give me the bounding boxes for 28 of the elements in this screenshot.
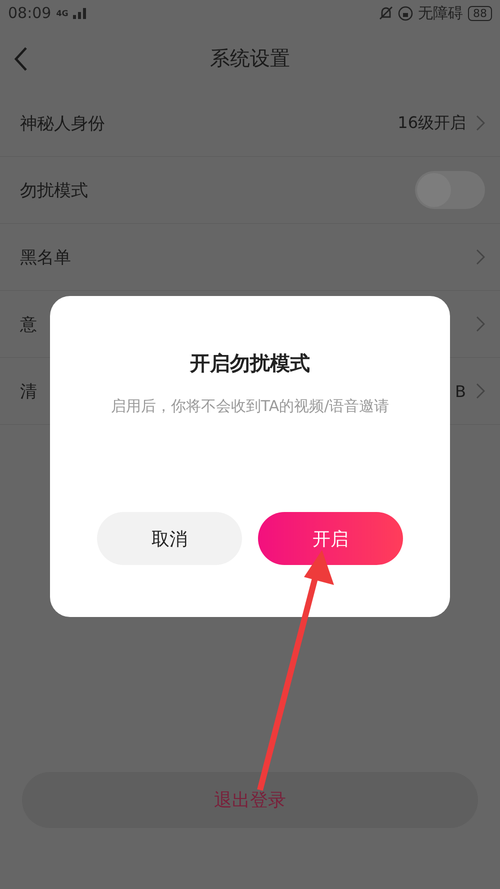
dialog-message: 启用后，你将不会收到TA的视频/语音邀请 [110, 396, 390, 417]
setting-label: 清 [20, 380, 37, 402]
toggle-switch[interactable] [415, 171, 485, 209]
page-title: 系统设置 [210, 44, 290, 72]
setting-value: 16级开启 [398, 112, 466, 134]
settings-row[interactable]: 黑名单 [0, 224, 500, 291]
logout-button[interactable]: 退出登录 [22, 772, 478, 828]
dialog-title: 开启勿扰模式 [190, 350, 310, 377]
setting-label: 黑名单 [20, 246, 71, 268]
lock-icon [398, 6, 413, 20]
back-icon [14, 46, 28, 72]
chevron-icon [476, 316, 485, 332]
setting-label: 勿扰模式 [20, 180, 88, 202]
cancel-button[interactable]: 取消 [97, 512, 242, 565]
battery-indicator: 88 [468, 6, 492, 20]
accessibility-label: 无障碍 [418, 4, 463, 22]
settings-row[interactable]: 神秘人身份 16级开启 [0, 90, 500, 157]
chevron-icon [476, 383, 485, 399]
bell-off-icon [379, 6, 393, 20]
confirm-button[interactable]: 开启 [258, 512, 403, 565]
status-time: 08:09 [8, 4, 52, 22]
setting-label: 神秘人身份 [20, 112, 105, 134]
settings-row[interactable]: 勿扰模式 [0, 157, 500, 224]
setting-label: 意 [20, 314, 37, 336]
chevron-icon [476, 115, 485, 131]
setting-value: B [455, 382, 466, 400]
network-label: 4G [56, 8, 68, 18]
chevron-icon [476, 249, 485, 265]
